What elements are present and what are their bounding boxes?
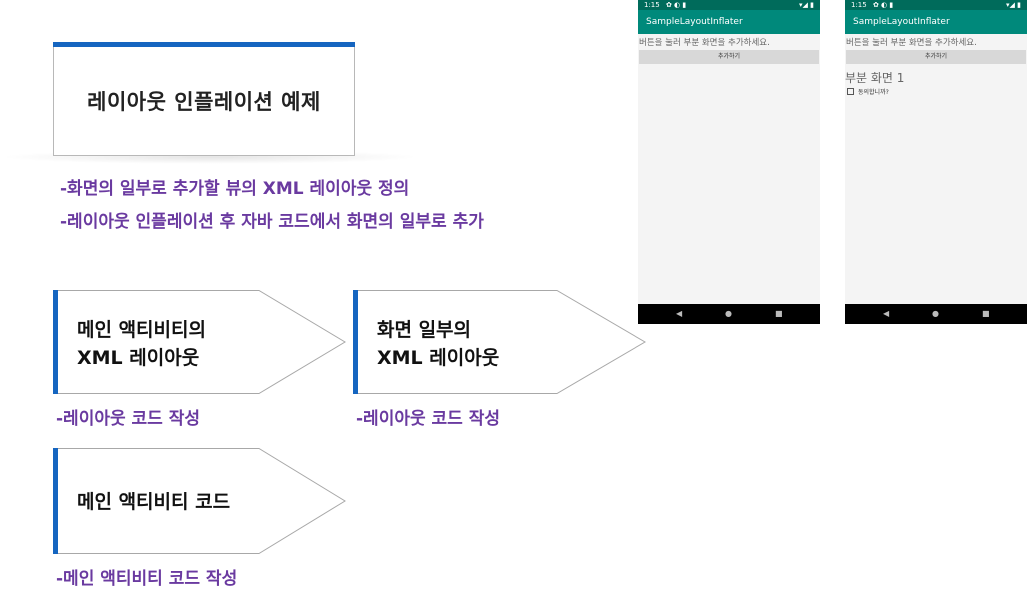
app-bar-title: SampleLayoutInflater — [845, 10, 1027, 34]
bullet-1: -화면의 일부로 추가할 뷰의 XML 레이아웃 정의 — [60, 179, 410, 199]
add-button[interactable]: 추가하기 — [639, 50, 819, 64]
status-signal-battery-icon: ▾◢ ▮ — [799, 1, 814, 9]
status-bar: 1:15 ✿ ◐ ▮ ▾◢ ▮ — [638, 0, 820, 10]
status-time: 1:15 — [851, 1, 867, 9]
checkbox[interactable] — [847, 88, 854, 95]
back-icon[interactable]: ◀ — [883, 310, 889, 318]
bullet-2: -레이아웃 인플레이션 후 자바 코드에서 화면의 일부로 추가 — [60, 212, 484, 232]
status-icons: ✿ ◐ ▮ — [665, 1, 687, 9]
card-accent-bar — [53, 290, 58, 394]
card-partial-layout-line1: 화면 일부의 — [377, 319, 472, 341]
card-main-code-sub: -메인 액티비티 코드 작성 — [56, 569, 238, 589]
card-partial-layout-sub: -레이아웃 코드 작성 — [356, 409, 501, 429]
add-button[interactable]: 추가하기 — [846, 50, 1026, 64]
card-accent-bar — [353, 290, 358, 394]
partial-screen-title: 부분 화면 1 — [845, 71, 905, 85]
nav-bar: ◀ ● ■ — [845, 304, 1027, 324]
hint-text: 버튼을 눌러 부분 화면을 추가하세요. — [846, 38, 977, 48]
phone-screenshot-before: 1:15 ✿ ◐ ▮ ▾◢ ▮ SampleLayoutInflater 버튼을… — [638, 0, 820, 324]
status-time: 1:15 — [644, 1, 660, 9]
hint-text: 버튼을 눌러 부분 화면을 추가하세요. — [639, 38, 770, 48]
slide-title: 레이아웃 인플레이션 예제 — [87, 90, 321, 114]
home-icon[interactable]: ● — [725, 310, 732, 318]
checkbox-label: 동의합니까? — [858, 89, 889, 96]
home-icon[interactable]: ● — [932, 310, 939, 318]
title-accent-bar — [53, 42, 355, 47]
card-main-layout-line2: XML 레이아웃 — [77, 347, 200, 369]
card-main-layout-line1: 메인 액티비티의 — [77, 319, 206, 341]
card-partial-layout-line2: XML 레이아웃 — [377, 347, 500, 369]
card-main-layout-sub: -레이아웃 코드 작성 — [56, 409, 201, 429]
status-icons: ✿ ◐ ▮ — [872, 1, 894, 9]
status-bar: 1:15 ✿ ◐ ▮ ▾◢ ▮ — [845, 0, 1027, 10]
recents-icon[interactable]: ■ — [775, 310, 783, 318]
recents-icon[interactable]: ■ — [982, 310, 990, 318]
status-signal-battery-icon: ▾◢ ▮ — [1006, 1, 1021, 9]
nav-bar: ◀ ● ■ — [638, 304, 820, 324]
app-bar-title: SampleLayoutInflater — [638, 10, 820, 34]
phone-screenshot-after: 1:15 ✿ ◐ ▮ ▾◢ ▮ SampleLayoutInflater 버튼을… — [845, 0, 1027, 324]
card-partial-layout: 화면 일부의 XML 레이아웃 — [353, 290, 647, 394]
card-main-code-line1: 메인 액티비티 코드 — [77, 491, 231, 513]
back-icon[interactable]: ◀ — [676, 310, 682, 318]
slide-title-box: 레이아웃 인플레이션 예제 — [53, 42, 355, 156]
card-accent-bar — [53, 448, 58, 554]
card-main-layout: 메인 액티비티의 XML 레이아웃 — [53, 290, 347, 394]
card-main-code: 메인 액티비티 코드 — [53, 448, 347, 554]
